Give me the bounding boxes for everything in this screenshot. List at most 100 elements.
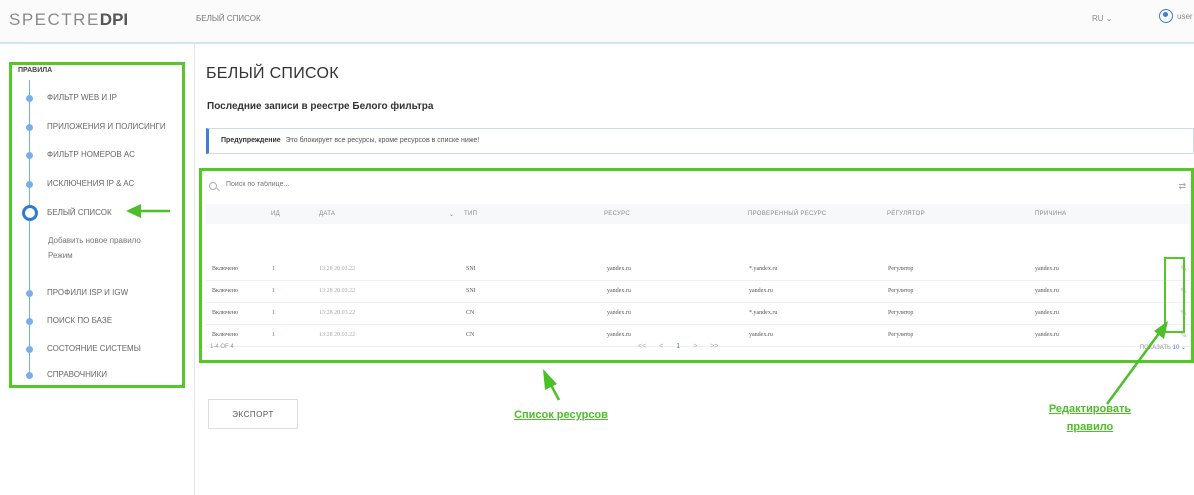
section-subtitle: Последние записи в реестре Белого фильтр… — [207, 101, 434, 112]
column-header-reason[interactable]: ПРИЧИНА — [1035, 211, 1066, 217]
row-id-link[interactable]: 1 — [272, 288, 275, 294]
arrow-to-table — [549, 384, 561, 401]
pager-last[interactable]: >> — [710, 343, 718, 350]
row-checked-resource: *.yandex.ru — [749, 310, 778, 316]
nav-dot-icon — [26, 95, 33, 102]
app-logo[interactable]: SPECTREDPI — [9, 10, 128, 30]
column-header-resource[interactable]: РЕСУРС — [604, 211, 630, 217]
row-id-link[interactable]: 1 — [272, 332, 275, 338]
sidebar-item-isp-igw-profiles[interactable]: ПРОФИЛИ ISP И IGW — [47, 288, 128, 297]
top-bar: SPECTREDPI БЕЛЫЙ СПИСОК RU ⌄ user — [0, 0, 1194, 44]
row-date: 13:28 20.03.22 — [319, 288, 356, 294]
nav-dot-icon — [26, 181, 33, 188]
search-icon — [209, 182, 217, 190]
row-reason: yandex.ru — [1035, 266, 1059, 272]
sidebar-item-ip-as-exceptions[interactable]: ИСКЛЮЧЕНИЯ IP & AC — [47, 179, 134, 188]
nav-dot-icon — [26, 152, 33, 159]
page-title: БЕЛЫЙ СПИСОК — [206, 65, 339, 82]
nav-dot-icon — [26, 124, 33, 131]
breadcrumb[interactable]: БЕЛЫЙ СПИСОК — [196, 14, 261, 23]
nav-dot-icon — [26, 290, 33, 297]
row-type: SNI — [466, 288, 476, 294]
row-resource: yandex.ru — [607, 266, 631, 272]
row-date: 13:28 20.03.22 — [319, 332, 356, 338]
nav-dot-icon — [26, 372, 33, 379]
annotation-edit-label-2: правило — [1066, 421, 1114, 433]
row-reason: yandex.ru — [1035, 288, 1059, 294]
edit-column-highlight — [1164, 257, 1185, 333]
annotation-edit-label-1: Редактировать — [1048, 403, 1132, 415]
table-row[interactable]: Включено 1 13:28 20.03.22 SNI yandex.ru … — [206, 280, 1190, 303]
row-date: 13:28 20.03.22 — [319, 310, 356, 316]
search-input[interactable] — [224, 180, 528, 189]
column-header-id[interactable]: ИД — [271, 211, 280, 217]
row-resource: yandex.ru — [607, 332, 631, 338]
row-regulator: Регулятор — [888, 332, 914, 338]
pagination: << < 1 > >> — [638, 343, 718, 350]
sidebar-sub-add-rule[interactable]: Добавить новое правило — [48, 236, 141, 245]
row-count: 1-4 OF 4 — [210, 344, 234, 350]
user-name: user — [1177, 11, 1193, 21]
active-nav-dot-icon — [22, 205, 38, 221]
sidebar-item-as-filter[interactable]: ФИЛЬТР НОМЕРОВ АС — [47, 150, 135, 159]
pager-prev[interactable]: < — [659, 343, 663, 350]
row-type: CN — [466, 332, 475, 338]
column-header-date[interactable]: ДАТА — [319, 211, 335, 217]
row-status: Включено — [212, 288, 239, 294]
pager-first[interactable]: << — [638, 343, 646, 350]
warning-banner: Предупреждение Это блокирует все ресурсы… — [206, 128, 1194, 154]
arrow-head — [543, 369, 557, 390]
row-type: CN — [466, 310, 475, 316]
row-id-link[interactable]: 1 — [272, 266, 275, 272]
nav-dot-icon — [26, 318, 33, 325]
sidebar-sub-mode[interactable]: Режим — [48, 251, 73, 260]
row-regulator: Регулятор — [888, 266, 914, 272]
page-size-control[interactable]: ПОКАЗАТЬ 10 ⌄ — [1140, 344, 1186, 351]
table-search-row: ⇄ — [206, 180, 1190, 200]
sidebar-item-whitelist[interactable]: БЕЛЫЙ СПИСОК — [47, 208, 112, 217]
row-status: Включено — [212, 266, 239, 272]
row-status: Включено — [212, 310, 239, 316]
row-regulator: Регулятор — [888, 288, 914, 294]
column-header-checked-resource[interactable]: ПРОВЕРЕННЫЙ РЕСУРС — [748, 211, 826, 217]
pager-current[interactable]: 1 — [676, 343, 680, 350]
row-checked-resource: *.yandex.ru — [749, 266, 778, 272]
row-checked-resource: yandex.ru — [749, 288, 773, 294]
user-menu[interactable]: user — [1159, 9, 1193, 23]
sidebar-item-db-search[interactable]: ПОИСК ПО БАЗЕ — [47, 316, 112, 325]
row-resource: yandex.ru — [607, 288, 631, 294]
row-reason: yandex.ru — [1035, 332, 1059, 338]
row-checked-resource: yandex.ru — [749, 332, 773, 338]
row-reason: yandex.ru — [1035, 310, 1059, 316]
sidebar-title: ПРАВИЛА — [18, 67, 53, 74]
user-icon[interactable] — [1159, 9, 1173, 23]
table-footer: 1-4 OF 4 << < 1 > >> ПОКАЗАТЬ 10 ⌄ — [206, 342, 1190, 356]
sort-chevron-icon[interactable]: ⌄ — [449, 211, 454, 218]
column-header-type[interactable]: ТИП — [464, 211, 477, 217]
sidebar-item-web-ip-filter[interactable]: ФИЛЬТР WEB И IP — [47, 93, 117, 102]
language-select[interactable]: RU ⌄ — [1092, 14, 1112, 23]
table-row[interactable]: Включено 1 13:28 20.03.22 CN yandex.ru *… — [206, 302, 1190, 325]
warning-label: Предупреждение — [221, 137, 281, 144]
annotation-resources-label: Список ресурсов — [514, 409, 608, 421]
sidebar-item-apps-policing[interactable]: ПРИЛОЖЕНИЯ И ПОЛИСИНГИ — [47, 122, 166, 131]
table-header: ИД ДАТА ⌄ ТИП РЕСУРС ПРОВЕРЕННЫЙ РЕСУРС … — [206, 204, 1190, 224]
row-type: SNI — [466, 266, 476, 272]
row-id-link[interactable]: 1 — [272, 310, 275, 316]
warning-text: Это блокирует все ресурсы, кроме ресурсо… — [285, 137, 480, 144]
table-row[interactable]: Включено 1 13:28 20.03.22 SNI yandex.ru … — [206, 258, 1190, 281]
row-status: Включено — [212, 332, 239, 338]
sidebar-highlight — [9, 62, 185, 388]
column-header-regulator[interactable]: РЕГУЛЯТОР — [887, 211, 925, 217]
row-resource: yandex.ru — [607, 310, 631, 316]
row-date: 13:28 20.03.22 — [319, 266, 356, 272]
nav-dot-icon — [26, 346, 33, 353]
export-button[interactable]: ЭКСПОРТ — [208, 399, 298, 429]
refresh-icon[interactable]: ⇄ — [1178, 181, 1186, 192]
show-label: ПОКАЗАТЬ — [1139, 345, 1171, 351]
row-regulator: Регулятор — [888, 310, 914, 316]
sidebar-item-system-status[interactable]: СОСТОЯНИЕ СИСТЕМЫ — [47, 344, 141, 353]
pager-next[interactable]: > — [693, 343, 697, 350]
page-size-select[interactable]: 10 ⌄ — [1173, 345, 1186, 351]
sidebar-item-directories[interactable]: СПРАВОЧНИКИ — [47, 370, 107, 379]
